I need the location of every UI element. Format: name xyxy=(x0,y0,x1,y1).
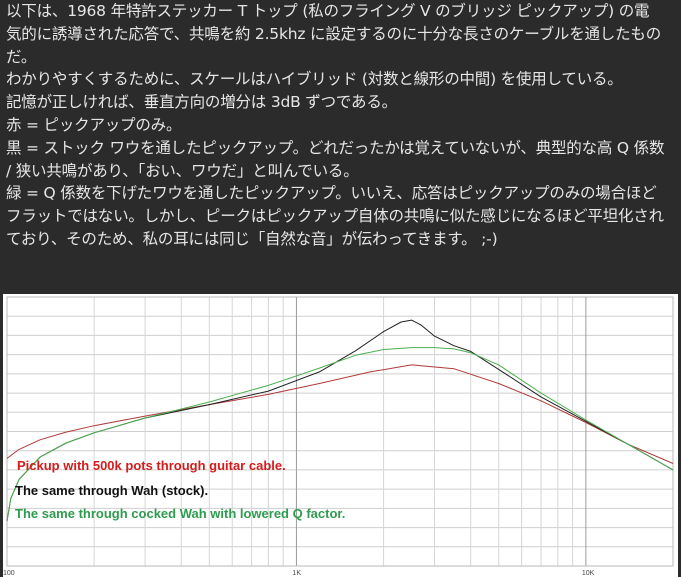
post-line: 赤 = ピックアップのみ。 xyxy=(6,115,182,134)
post-line: わかりやすくするために、スケールはハイブリッド (対数と線形の中間) を使用して… xyxy=(6,70,623,89)
post-line: / 狭い共鳴があり、「おい、ワウだ」と叫んでいる。 xyxy=(6,161,359,180)
post-body: 以下は、1968 年特許ステッカー T トップ (私のフライング V のブリッジ… xyxy=(6,0,678,251)
legend-pickup-only: Pickup with 500k pots through guitar cab… xyxy=(17,458,286,473)
legend-stock-wah: The same through Wah (stock). xyxy=(15,483,209,498)
post-line: フラットではない。しかし、ピークはピックアップ自体の共鳴に似た感じになるほど平坦… xyxy=(6,207,664,226)
x-tick-label: 1K xyxy=(292,570,301,577)
post-line: 黒 = ストック ワウを通したピックアップ。どれだったかは覚えていないが、典型的… xyxy=(6,138,665,157)
legend-cocked-wah: The same through cocked Wah with lowered… xyxy=(15,506,346,521)
post-line: 緑 = Q 係数を下げたワウを通したピックアップ。いいえ、応答はピックアップのみ… xyxy=(6,184,657,203)
x-tick-label: 10K xyxy=(582,570,595,577)
frequency-response-plot: 100 1K 10K xyxy=(3,296,674,577)
post-line: 以下は、1968 年特許ステッカー T トップ (私のフライング V のブリッジ… xyxy=(6,2,650,20)
post-line: 気的に誘導された応答で、共鳴を約 2.5khz に設定するのに十分な長さのケーブ… xyxy=(6,24,661,43)
post-line: だ。 xyxy=(6,47,37,66)
post-line: 記憶が正しければ、垂直方向の増分は 3dB ずつである。 xyxy=(6,93,397,112)
frequency-response-graph: 100 1K 10K Pickup with 500k pots through g… xyxy=(3,294,678,577)
x-tick-label: 100 xyxy=(3,570,15,577)
post-line: ており、そのため、私の耳には同じ「自然な音」が伝わってきます。 ;-) xyxy=(6,229,498,248)
